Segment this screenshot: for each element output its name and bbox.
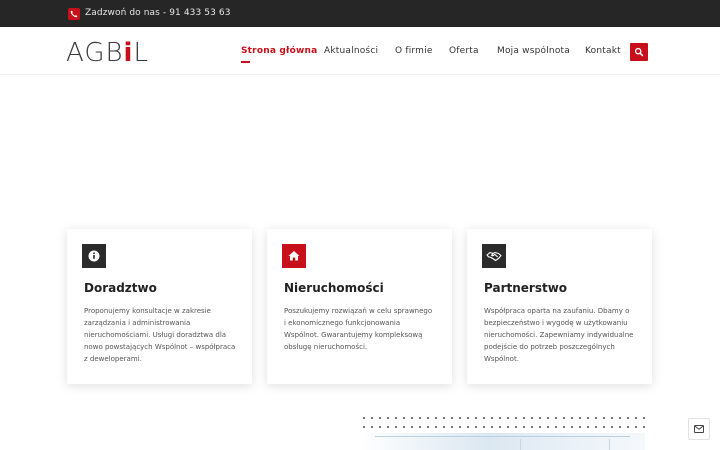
photo-detail [375,436,630,437]
decorative-dots [360,417,645,419]
search-icon [634,47,644,57]
site-logo[interactable]: AGBiL [66,40,149,66]
feature-text: Poszukujemy rozwiązań w celu sprawnego i… [284,307,433,351]
nav-item-my-community[interactable]: Moja wspólnota [497,46,570,56]
feature-text: Współpraca oparta na zaufaniu. Dbamy o b… [484,307,634,363]
logo-text-accent: i [123,38,134,68]
info-icon [82,244,106,268]
feature-title: Doradztwo [84,281,157,295]
nav-active-indicator [241,61,250,63]
top-bar: Zadzwoń do nas - 91 433 53 63 [0,0,720,27]
logo-text-b: L [133,38,149,68]
decorative-dots [360,426,645,428]
home-icon [282,244,306,268]
nav-item-offer[interactable]: Oferta [449,46,479,56]
message-button[interactable] [688,418,710,440]
feature-title: Partnerstwo [484,281,568,295]
nav-item-home[interactable]: Strona główna [241,46,317,56]
nav-item-about[interactable]: O firmie [395,46,433,56]
phone-contact-link[interactable]: Zadzwoń do nas - 91 433 53 63 [85,8,231,18]
feature-card-properties: Nieruchomości Poszukujemy rozwiązań w ce… [267,229,452,384]
search-button[interactable] [630,43,648,61]
envelope-icon [694,425,704,433]
feature-card-partnership: Partnerstwo Współpraca oparta na zaufani… [467,229,652,384]
feature-card-consulting: Doradztwo Proponujemy konsultacje w zakr… [67,229,252,384]
main-navbar: AGBiL Strona główna Aktualności O firmie… [0,27,720,75]
feature-title: Nieruchomości [284,281,384,295]
nav-item-news[interactable]: Aktualności [324,46,378,56]
phone-icon [68,8,80,20]
photo-detail [520,439,610,450]
building-photo [360,433,645,450]
feature-text: Proponujemy konsultacje w zakresie zarzą… [84,307,236,363]
logo-text-a: AGB [66,38,124,68]
nav-item-contact[interactable]: Kontakt [585,46,621,56]
handshake-icon [482,244,506,268]
